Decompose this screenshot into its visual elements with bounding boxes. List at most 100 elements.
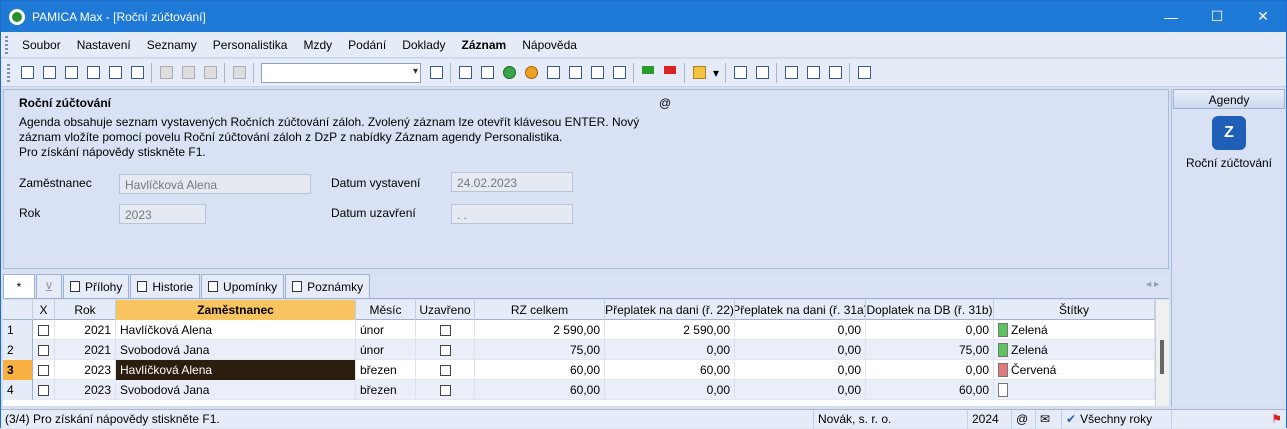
row-select-checkbox[interactable] [33, 320, 55, 340]
close-button[interactable]: ✕ [1240, 1, 1286, 32]
tab-all[interactable]: * [3, 274, 35, 298]
vertical-scrollbar[interactable] [1155, 300, 1169, 406]
tab-upominky[interactable]: Upomínky [201, 274, 285, 298]
tab-historie[interactable]: Historie [130, 274, 201, 298]
save-icon[interactable] [178, 63, 198, 83]
open-record-icon[interactable] [17, 63, 37, 83]
menu-zaznam[interactable]: Záznam [454, 38, 515, 52]
row-number[interactable]: 4 [3, 380, 33, 400]
checkbox-icon[interactable] [38, 364, 49, 376]
calc-icon[interactable] [477, 63, 497, 83]
header-zamestnanec[interactable]: Zaměstnanec [116, 300, 356, 320]
cell-uzavreno[interactable] [416, 360, 475, 380]
annual-settlement-icon[interactable]: Z [1212, 116, 1246, 150]
tab-poznamky[interactable]: Poznámky [285, 274, 371, 298]
header-doplatek-31b[interactable]: Doplatek na DB (ř. 31b) [866, 300, 994, 320]
pdf-icon[interactable] [105, 63, 125, 83]
screen-icon[interactable] [781, 63, 801, 83]
maximize-button[interactable]: ☐ [1194, 1, 1240, 32]
uzavreno-checkbox[interactable] [439, 384, 451, 396]
print-preview-icon[interactable] [83, 63, 103, 83]
row-select-checkbox[interactable] [33, 360, 55, 380]
row-number[interactable]: 1 [3, 320, 33, 340]
row-number[interactable]: 3 [3, 360, 33, 380]
menu-mzdy[interactable]: Mzdy [295, 38, 340, 52]
menu-napoveda[interactable]: Nápověda [514, 38, 585, 52]
header-preplatek-31a[interactable]: Přeplatek na dani (ř. 31a) [735, 300, 866, 320]
pdf-email-icon[interactable] [127, 63, 147, 83]
cell-uzavreno[interactable] [416, 320, 475, 340]
print-icon[interactable] [61, 63, 81, 83]
cell-uzavreno[interactable] [416, 380, 475, 400]
filter-icon[interactable] [426, 63, 446, 83]
header-stitky[interactable]: Štítky [994, 300, 1155, 320]
minimize-button[interactable]: — [1148, 1, 1194, 32]
filter-combo[interactable] [261, 62, 421, 83]
month-list-icon[interactable] [587, 63, 607, 83]
checkbox-icon[interactable] [38, 324, 49, 336]
list-window-icon[interactable] [825, 63, 845, 83]
tab-nav-arrows[interactable]: ◂ ▸ [1146, 279, 1159, 290]
status-at-icon[interactable]: @ [1011, 409, 1035, 429]
calendar-clock-icon[interactable] [565, 63, 585, 83]
scroll-thumb[interactable] [1160, 340, 1164, 374]
header-preplatek-22[interactable]: Přeplatek na dani (ř. 22) [605, 300, 735, 320]
table-row[interactable]: 2 2021 Svobodová Jana únor 75,00 0,00 0,00 75,0… [3, 340, 1169, 360]
uzavreno-checkbox[interactable] [439, 364, 451, 376]
window-icon[interactable] [803, 63, 823, 83]
employee-orange-icon[interactable] [521, 63, 541, 83]
tag-color-swatch [998, 383, 1008, 397]
header-rz-celkem[interactable]: RZ celkem [475, 300, 605, 320]
at-icon[interactable]: @ [659, 96, 671, 110]
filter-tab-icon[interactable]: ⊻ [36, 274, 62, 298]
year-field[interactable]: 2023 [119, 204, 206, 224]
status-company: Novák, s. r. o. [813, 409, 967, 429]
header-rok[interactable]: Rok [55, 300, 116, 320]
header-uzavreno[interactable]: Uzavřeno [416, 300, 475, 320]
duplicate-icon[interactable] [229, 63, 249, 83]
employee-green-icon[interactable] [499, 63, 519, 83]
menu-soubor[interactable]: Soubor [14, 38, 69, 52]
menu-seznamy[interactable]: Seznamy [139, 38, 205, 52]
menu-podani[interactable]: Podání [340, 38, 394, 52]
dropdown-arrow-icon[interactable]: ▾ [711, 63, 721, 83]
employee-field[interactable]: Havlíčková Alena [119, 174, 311, 194]
status-mail-icon[interactable]: ✉ [1035, 409, 1061, 429]
header-mesic[interactable]: Měsíc [356, 300, 416, 320]
help-cursor-icon[interactable] [854, 63, 874, 83]
status-flag-icon[interactable]: ⚑ [1171, 409, 1286, 429]
checkbox-icon[interactable] [38, 344, 49, 356]
folder-icon[interactable] [689, 63, 709, 83]
menu-nastaveni[interactable]: Nastavení [69, 38, 139, 52]
new-record-icon[interactable] [156, 63, 176, 83]
checkbox-icon[interactable] [38, 384, 49, 396]
row-number[interactable]: 2 [3, 340, 33, 360]
issued-date-field[interactable]: 24.02.2023 [451, 172, 573, 192]
closed-date-field[interactable]: . . [451, 204, 573, 224]
calendar-icon[interactable] [543, 63, 563, 83]
cell-uzavreno[interactable] [416, 340, 475, 360]
agenda-item-rocni-zuctovani[interactable]: Roční zúčtování [1172, 156, 1286, 170]
uzavreno-checkbox[interactable] [439, 324, 451, 336]
status-all-years[interactable]: ✔ Všechny roky [1061, 409, 1171, 429]
red-flag-icon[interactable] [660, 63, 680, 83]
monthly-icon[interactable] [455, 63, 475, 83]
menu-personalistika[interactable]: Personalistika [205, 38, 296, 52]
menu-doklady[interactable]: Doklady [394, 38, 453, 52]
header-x[interactable]: X [33, 300, 55, 320]
table-row[interactable]: 4 2023 Svobodová Jana březen 60,00 0,00 0,00 60… [3, 380, 1169, 400]
iban-icon[interactable] [752, 63, 772, 83]
tab-label: Upomínky [223, 279, 278, 294]
add-icon[interactable] [609, 63, 629, 83]
copy-icon[interactable] [39, 63, 59, 83]
calculator-icon[interactable] [730, 63, 750, 83]
green-flag-icon[interactable] [638, 63, 658, 83]
uzavreno-checkbox[interactable] [439, 344, 451, 356]
save-all-icon[interactable] [200, 63, 220, 83]
tab-prilohy[interactable]: Přílohy [63, 274, 130, 298]
row-select-checkbox[interactable] [33, 340, 55, 360]
table-row[interactable]: 1 2021 Havlíčková Alena únor 2 590,00 2 590,0… [3, 320, 1169, 340]
row-select-checkbox[interactable] [33, 380, 55, 400]
table-row[interactable]: 3 2023 Havlíčková Alena březen 60,00 60,00 0,0… [3, 360, 1169, 380]
cell-preplatek-31a: 0,00 [735, 320, 866, 340]
